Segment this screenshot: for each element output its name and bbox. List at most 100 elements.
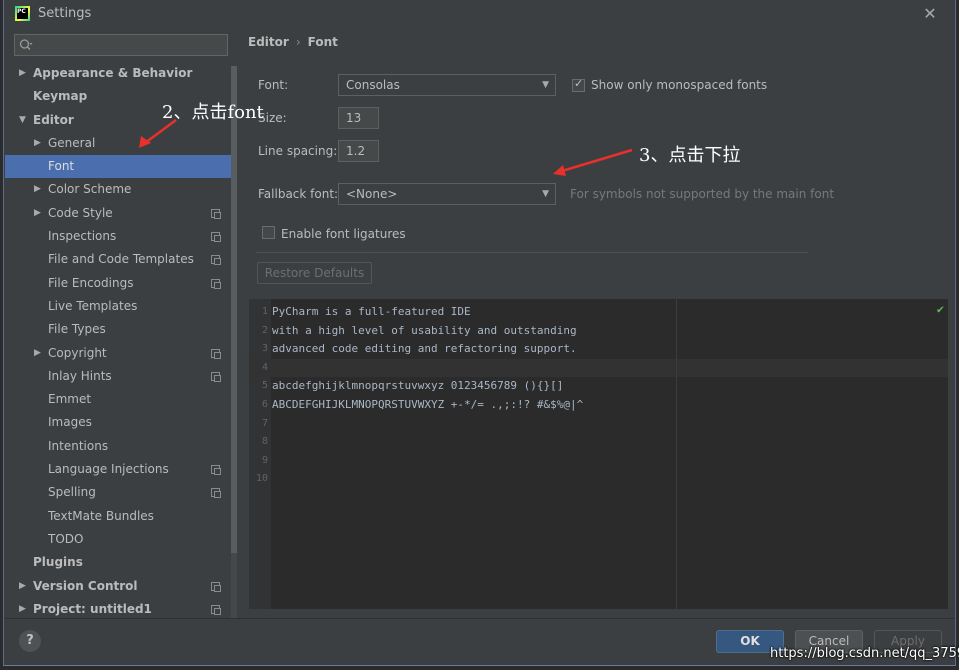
expand-right-icon[interactable]: ▶ bbox=[19, 62, 26, 85]
sidebar-item-textmate-bundles[interactable]: TextMate Bundles bbox=[5, 505, 235, 528]
preview-text: PyCharm is a full-featured IDE bbox=[272, 305, 471, 318]
enable-ligatures-label[interactable]: Enable font ligatures bbox=[281, 227, 406, 241]
sidebar-item-label: Live Templates bbox=[48, 298, 138, 313]
sidebar-item-label: Editor bbox=[33, 112, 74, 127]
settings-tree: ▶ Appearance & Behavior Keymap ▼ Editor ▶ Gene… bbox=[5, 62, 235, 621]
sidebar-item-label: Copyright bbox=[48, 345, 107, 360]
sidebar-item-label: File Encodings bbox=[48, 275, 134, 290]
line-spacing-input[interactable]: 1.2 bbox=[338, 140, 379, 162]
enable-ligatures-checkbox[interactable] bbox=[262, 226, 275, 239]
expand-right-icon[interactable]: ▶ bbox=[19, 575, 26, 598]
project-settings-icon bbox=[211, 255, 221, 266]
sidebar-item-language-injections[interactable]: Language Injections bbox=[5, 458, 235, 481]
sidebar-item-live-templates[interactable]: Live Templates bbox=[5, 295, 235, 318]
breadcrumb-current: Font bbox=[307, 35, 338, 49]
sidebar-item-spelling[interactable]: Spelling bbox=[5, 481, 235, 504]
sidebar-item-inspections[interactable]: Inspections bbox=[5, 225, 235, 248]
font-preview-editor[interactable]: 1 PyCharm is a full-featured IDE 2 with a h… bbox=[249, 299, 948, 609]
project-settings-icon bbox=[211, 278, 221, 289]
annotation-step3-text: 3、点击下拉 bbox=[639, 145, 741, 166]
sidebar-item-intentions[interactable]: Intentions bbox=[5, 435, 235, 458]
preview-text: abcdefghijklmnopqrstuvwxyz 0123456789 ()… bbox=[272, 379, 564, 393]
preview-line: 9 bbox=[249, 452, 948, 471]
font-settings-panel: Editor › Font Font: Consolas ▼ Show only m… bbox=[238, 28, 955, 618]
sidebar-item-label: General bbox=[48, 135, 96, 150]
settings-search[interactable] bbox=[14, 34, 228, 56]
watermark: https://blog.csdn.net/qq_37591755 bbox=[770, 646, 959, 661]
fallback-font-label: Fallback font: bbox=[258, 187, 339, 201]
project-settings-icon bbox=[211, 465, 221, 476]
fallback-font-value: <None> bbox=[346, 187, 398, 201]
sidebar-item-label: Emmet bbox=[48, 392, 92, 407]
line-number: 7 bbox=[261, 417, 268, 429]
preview-line: 6 ABCDEFGHIJKLMNOPQRSTUVWXYZ +-*/= .,;:!?… bbox=[249, 396, 948, 415]
sidebar-item-plugins[interactable]: Plugins bbox=[5, 551, 235, 574]
help-button[interactable]: ? bbox=[19, 630, 41, 652]
font-combobox[interactable]: Consolas ▼ bbox=[338, 74, 556, 96]
sidebar-item-appearance-behavior[interactable]: ▶ Appearance & Behavior bbox=[5, 62, 235, 85]
expand-down-icon[interactable]: ▼ bbox=[19, 109, 26, 132]
sidebar-item-label: Plugins bbox=[33, 555, 83, 570]
line-number: 4 bbox=[261, 361, 268, 373]
sidebar-item-label: Color Scheme bbox=[48, 182, 132, 197]
sidebar-item-label: Keymap bbox=[33, 89, 88, 104]
sidebar-item-file-types[interactable]: File Types bbox=[5, 318, 235, 341]
search-icon bbox=[19, 39, 33, 50]
sidebar-item-font[interactable]: Font bbox=[5, 155, 235, 179]
expand-right-icon[interactable]: ▶ bbox=[34, 132, 41, 155]
sidebar-item-label: Font bbox=[48, 159, 75, 174]
expand-right-icon[interactable]: ▶ bbox=[34, 342, 41, 365]
line-number: 9 bbox=[261, 454, 268, 466]
expand-right-icon[interactable]: ▶ bbox=[34, 202, 41, 225]
line-number: 1 bbox=[261, 306, 268, 317]
sidebar-item-label: TODO bbox=[48, 531, 84, 546]
line-number: 2 bbox=[261, 324, 268, 336]
line-number: 5 bbox=[261, 380, 268, 392]
sidebar-item-code-style[interactable]: ▶ Code Style bbox=[5, 202, 235, 225]
preview-line: 4 bbox=[249, 358, 948, 378]
preview-line: 10 bbox=[249, 470, 948, 489]
sidebar-item-inlay-hints[interactable]: Inlay Hints bbox=[5, 365, 235, 388]
sidebar-item-file-encodings[interactable]: File Encodings bbox=[5, 272, 235, 295]
search-input[interactable] bbox=[37, 35, 225, 55]
fallback-font-combobox[interactable]: <None> ▼ bbox=[338, 183, 556, 205]
sidebar-item-file-and-code-templates[interactable]: File and Code Templates bbox=[5, 248, 235, 271]
project-settings-icon bbox=[211, 604, 221, 615]
inspection-ok-icon: ✔ bbox=[936, 302, 944, 316]
preview-text: with a high level of usability and outst… bbox=[272, 323, 577, 337]
size-input[interactable]: 13 bbox=[338, 107, 379, 129]
preview-line: 3 advanced code editing and refactoring s… bbox=[249, 340, 948, 359]
pycharm-logo-icon bbox=[15, 6, 30, 21]
project-settings-icon bbox=[211, 348, 221, 359]
project-settings-icon bbox=[211, 581, 221, 592]
restore-defaults-button[interactable]: Restore Defaults bbox=[257, 262, 372, 284]
line-number: 10 bbox=[255, 473, 268, 485]
help-icon: ? bbox=[26, 633, 34, 648]
show-monospaced-checkbox[interactable] bbox=[572, 77, 585, 92]
project-settings-icon bbox=[211, 232, 221, 243]
sidebar-scrollbar-thumb[interactable] bbox=[231, 66, 237, 553]
sidebar-item-version-control[interactable]: ▶ Version Control bbox=[5, 575, 235, 598]
expand-right-icon[interactable]: ▶ bbox=[34, 178, 41, 201]
sidebar-item-label: Code Style bbox=[48, 205, 113, 220]
close-button[interactable]: ✕ bbox=[920, 4, 940, 24]
sidebar-item-label: Version Control bbox=[33, 578, 138, 593]
annotation-step2-text: 2、点击font bbox=[162, 102, 264, 123]
show-monospaced-label[interactable]: Show only monospaced fonts bbox=[591, 78, 767, 92]
sidebar-item-todo[interactable]: TODO bbox=[5, 528, 235, 551]
sidebar-item-general[interactable]: ▶ General bbox=[5, 132, 235, 155]
breadcrumb-parent[interactable]: Editor bbox=[248, 35, 289, 49]
sidebar-item-copyright[interactable]: ▶ Copyright bbox=[5, 342, 235, 365]
sidebar-item-color-scheme[interactable]: ▶ Color Scheme bbox=[5, 178, 235, 201]
sidebar-item-images[interactable]: Images bbox=[5, 411, 235, 434]
sidebar-item-label: Images bbox=[48, 415, 92, 430]
line-spacing-label: Line spacing: bbox=[258, 144, 338, 158]
preview-text: ABCDEFGHIJKLMNOPQRSTUVWXYZ +-*/= .,;:!? … bbox=[272, 398, 584, 411]
sidebar-item-label: Intentions bbox=[48, 438, 109, 453]
sidebar-item-label: Spelling bbox=[48, 485, 96, 500]
sidebar-item-emmet[interactable]: Emmet bbox=[5, 388, 235, 411]
window-title: Settings bbox=[38, 6, 92, 21]
line-number: 8 bbox=[261, 436, 268, 448]
sidebar-item-label: Inlay Hints bbox=[48, 368, 112, 383]
breadcrumb: Editor › Font bbox=[248, 35, 338, 49]
